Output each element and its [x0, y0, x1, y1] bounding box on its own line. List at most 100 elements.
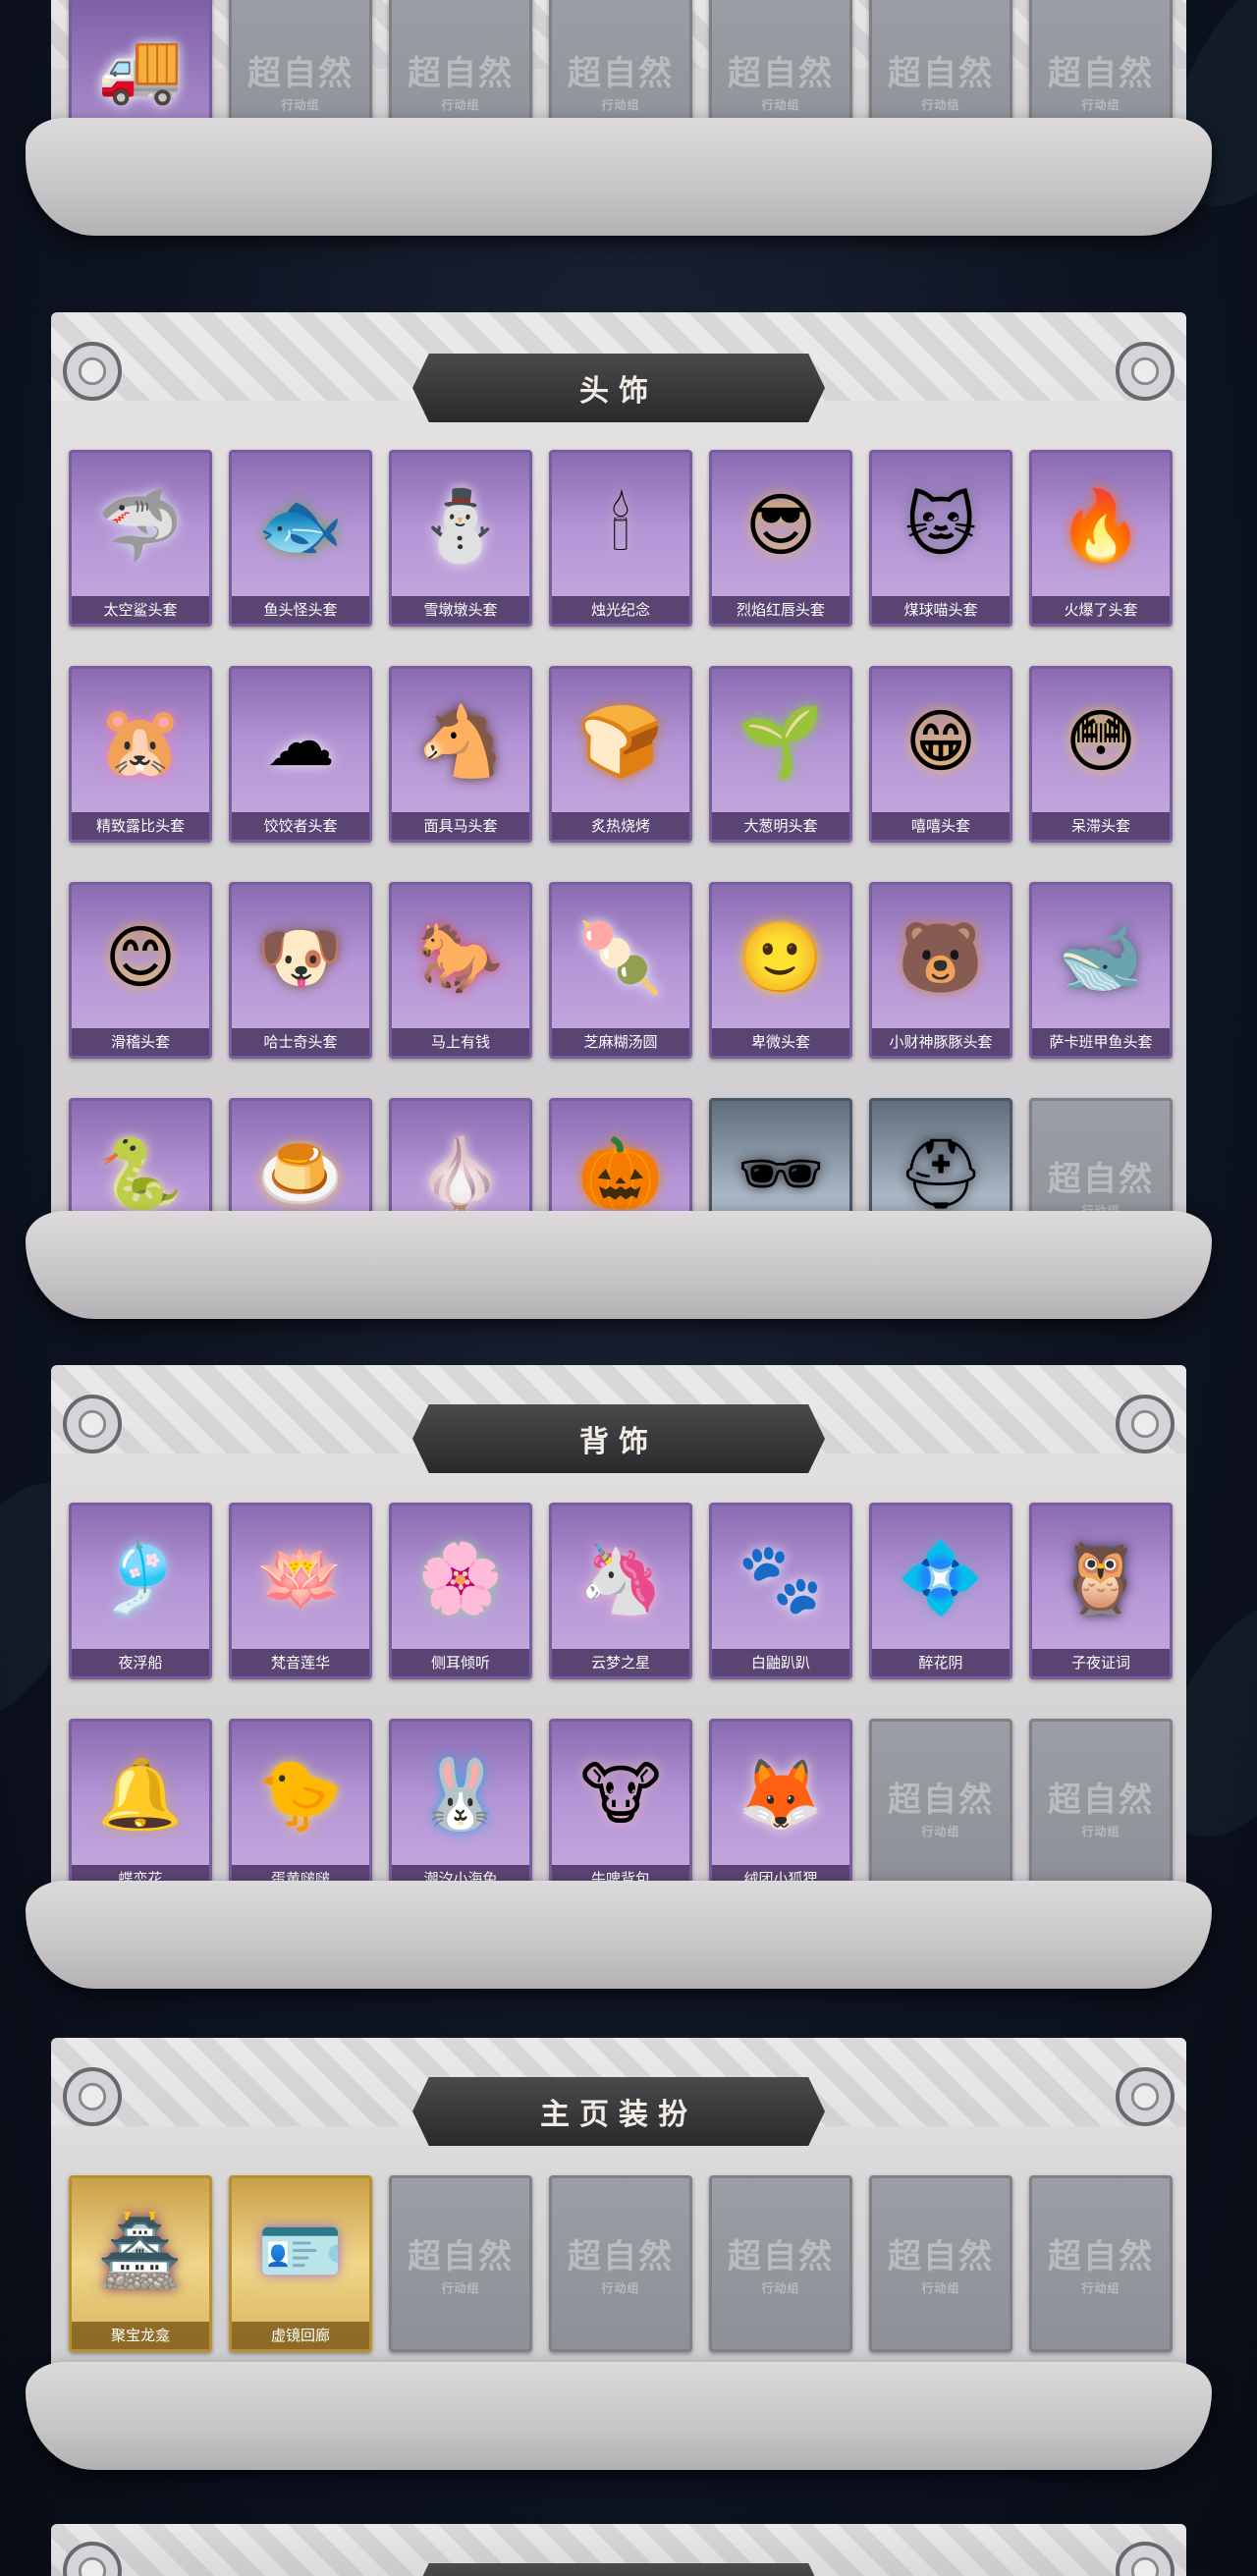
item-card[interactable]: 🐹 精致露比头套: [69, 666, 212, 843]
homepage-decor-panel: 主页装扮 🏯 聚宝龙龛 🪪 虚镜回廊 超自然 行动组 超自然 行动组 超自然 行动组 超自然 行动组超…: [26, 2038, 1212, 2470]
section-title-banner: 主页装扮: [412, 2077, 825, 2146]
item-card[interactable]: 🐶 哈士奇头套: [229, 882, 372, 1059]
item-card[interactable]: 🌸 侧耳倾听: [389, 1503, 532, 1679]
sea-bunny-icon: 🐰: [417, 1756, 504, 1833]
unicorn-star-icon: 🦄: [577, 1540, 664, 1617]
item-label: 萨卡班甲鱼头套: [1032, 1028, 1170, 1056]
ferret-icon: 🐾: [738, 1540, 824, 1617]
item-card[interactable]: 🙂 卑微头套: [709, 882, 852, 1059]
item-label: 饺饺者头套: [232, 812, 369, 840]
headwear-panel: 头饰 🦈 太空鲨头套 🐟 鱼头怪头套 ⛄ 雪墩墩头套 🕯 烛光纪念 😎 烈焰红唇头套 🐱 煤球喵头套 🔥…: [26, 312, 1212, 1319]
watermark-logo: 超自然行动组: [872, 2229, 1010, 2296]
empty-slot-card: 超自然行动组: [869, 2175, 1012, 2352]
item-card[interactable]: 😊 滑稽头套: [69, 882, 212, 1059]
item-label: 卑微头套: [712, 1028, 849, 1056]
item-label: 白鼬趴趴: [712, 1649, 849, 1676]
next-section-panel: [51, 2524, 1186, 2576]
item-label: 子夜证词: [1032, 1649, 1170, 1676]
item-card[interactable]: 🐱 煤球喵头套: [869, 450, 1012, 627]
item-card[interactable]: 🐟 鱼头怪头套: [229, 450, 372, 627]
watermark-sub: 行动组: [921, 1825, 960, 1838]
item-card[interactable]: 🐋 萨卡班甲鱼头套: [1029, 882, 1173, 1059]
item-label: 烈焰红唇头套: [712, 596, 849, 624]
item-label: 炙热烧烤: [552, 812, 689, 840]
item-card[interactable]: 😳 呆滞头套: [1029, 666, 1173, 843]
watermark-logo: 超自然行动组: [1032, 2229, 1170, 2296]
compass-ornament-icon: [63, 1395, 122, 1453]
item-label: 嘻嘻头套: [872, 812, 1010, 840]
fox-icon: 🦊: [738, 1756, 824, 1833]
fish-blob-head-icon: 🐋: [1058, 919, 1144, 996]
item-label: 马上有钱: [392, 1028, 529, 1056]
item-card[interactable]: 🍞 炙热烧烤: [549, 666, 692, 843]
item-card[interactable]: 🐮 牛啤背包: [549, 1719, 692, 1895]
empty-slot-card: 超自然行动组: [389, 2175, 532, 2352]
item-card[interactable]: 🏯 聚宝龙龛: [69, 2175, 212, 2352]
item-card[interactable]: 🦊 绒团小狐狸: [709, 1719, 852, 1895]
item-card[interactable]: ☁ 饺饺者头套: [229, 666, 372, 843]
item-card[interactable]: 🦄 云梦之星: [549, 1503, 692, 1679]
humble-emoji-icon: 🙂: [738, 919, 824, 996]
pink-horse-head-icon: 🐎: [417, 919, 504, 996]
item-card[interactable]: 🐾 白鼬趴趴: [709, 1503, 852, 1679]
watermark-logo: 超自然行动组: [1032, 1773, 1170, 1839]
item-card[interactable]: 🦉 子夜证词: [1029, 1503, 1173, 1679]
cat-head-icon: 🐱: [904, 487, 977, 564]
watermark-logo: 超自然行动组: [712, 46, 849, 113]
scallion-head-icon: 🌱: [738, 703, 824, 780]
watermark-main: 超自然: [568, 54, 674, 93]
section-title-banner: 头饰: [412, 354, 825, 422]
item-card[interactable]: 🪷 梵音莲华: [229, 1503, 372, 1679]
section-title: 头饰: [579, 374, 658, 409]
empty-slot-card: 超自然行动组: [1029, 1719, 1173, 1895]
backpack-panel: 背饰 🎐 夜浮船 🪷 梵音莲华 🌸 侧耳倾听 🦄 云梦之星 🐾 白鼬趴趴 💠 醉花阴 🦉 子夜证词 🔔 蝶恋花…: [26, 1365, 1212, 1989]
scroll-bottom-edge: [26, 2362, 1212, 2470]
item-card[interactable]: ⛄ 雪墩墩头套: [389, 450, 532, 627]
snowman-head-icon: ⛄: [417, 487, 504, 564]
item-label: 夜浮船: [72, 1649, 209, 1676]
fire-head-icon: 🔥: [1058, 487, 1144, 564]
item-card[interactable]: 🐎 马上有钱: [389, 882, 532, 1059]
item-card[interactable]: 🪪 虚镜回廊: [229, 2175, 372, 2352]
watermark-logo: 超自然行动组: [552, 2229, 689, 2296]
item-card[interactable]: 🍡 芝麻糊汤圆: [549, 882, 692, 1059]
item-card[interactable]: 🐤 蛋黄啵啵: [229, 1719, 372, 1895]
dumpling-head-icon: 🍡: [577, 919, 664, 996]
compass-ornament-icon: [63, 342, 122, 401]
item-card[interactable]: 🐻 小财神豚豚头套: [869, 882, 1012, 1059]
item-label: 鱼头怪头套: [232, 596, 369, 624]
item-card[interactable]: 🐴 面具马头套: [389, 666, 532, 843]
truck-icon: 🚚: [97, 29, 184, 106]
jellyfish-lantern-icon: 🎐: [97, 1540, 184, 1617]
item-card[interactable]: 🕯 烛光纪念: [549, 450, 692, 627]
ornament-charm-icon: 💠: [898, 1540, 984, 1617]
item-card[interactable]: 😁 嘻嘻头套: [869, 666, 1012, 843]
stunned-emoji-icon: 😳: [1065, 703, 1137, 780]
item-card[interactable]: 😎 烈焰红唇头套: [709, 450, 852, 627]
section-title: 背饰: [579, 1425, 658, 1459]
watermark-main: 超自然: [728, 2237, 834, 2276]
item-label: 精致露比头套: [72, 812, 209, 840]
item-card[interactable]: 🔔 蝶恋花: [69, 1719, 212, 1895]
watermark-main: 超自然: [568, 2237, 674, 2276]
watermark-sub: 行动组: [1081, 98, 1120, 112]
item-card[interactable]: 🌱 大葱明头套: [709, 666, 852, 843]
item-card[interactable]: 💠 醉花阴: [869, 1503, 1012, 1679]
chick-icon: 🐤: [257, 1756, 344, 1833]
item-card[interactable]: 🎐 夜浮船: [69, 1503, 212, 1679]
item-card[interactable]: 🦈 太空鲨头套: [69, 450, 212, 627]
item-label: 煤球喵头套: [872, 596, 1010, 624]
item-label: 侧耳倾听: [392, 1649, 529, 1676]
watermark-sub: 行动组: [921, 2281, 960, 2295]
watermark-sub: 行动组: [441, 98, 480, 112]
silly-emoji-icon: 😊: [104, 919, 177, 996]
empty-slot-card: 超自然行动组: [869, 1719, 1012, 1895]
watermark-logo: 超自然行动组: [872, 46, 1010, 113]
item-label: 虚镜回廊: [232, 2322, 369, 2349]
watermark-main: 超自然: [888, 54, 994, 93]
watermark-logo: 超自然行动组: [392, 46, 529, 113]
item-card[interactable]: 🔥 火爆了头套: [1029, 450, 1173, 627]
watermark-main: 超自然: [408, 2237, 514, 2276]
item-card[interactable]: 🐰 潮汐小海兔: [389, 1719, 532, 1895]
item-label: 醉花阴: [872, 1649, 1010, 1676]
